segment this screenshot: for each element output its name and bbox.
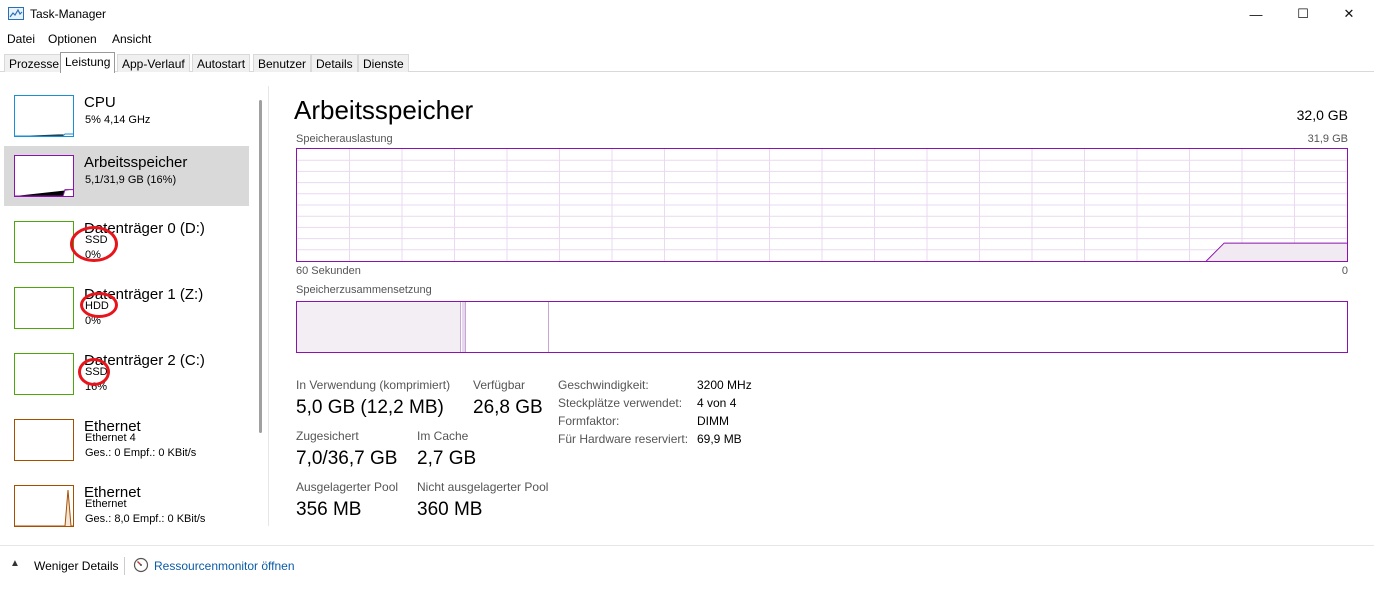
resource-monitor-icon[interactable] [133,557,149,573]
composition-standby [467,302,549,352]
usage-graph-label: Speicherauslastung [296,133,393,145]
sidebar-item-memory[interactable]: Arbeitsspeicher 5,1/31,9 GB (16%) [4,146,249,206]
close-button[interactable]: ✕ [1326,0,1372,28]
detail-reserved-value: 69,9 MB [697,432,742,446]
stat-paged-pool-value: 356 MB [296,499,362,520]
sidebar-item-adapter: Ethernet [85,498,127,510]
stat-in-use-value: 5,0 GB (12,2 MB) [296,397,444,418]
sidebar-item-detail: Ges.: 0 Empf.: 0 KBit/s [85,447,197,459]
stat-committed-value: 7,0/36,7 GB [296,448,398,469]
sidebar-item-label: CPU [84,94,116,111]
panel-divider [268,86,269,526]
chevron-up-icon[interactable]: ▲ [10,558,20,569]
detail-reserved-label: Für Hardware reserviert: [558,432,689,446]
tab-benutzer[interactable]: Benutzer [253,54,312,72]
fewer-details-link[interactable]: Weniger Details [34,559,118,573]
usage-graph-max: 31,9 GB [1307,133,1348,145]
composition-modified [462,302,466,352]
performance-sidebar: CPU 5% 4,14 GHz Arbeitsspeicher 5,1/31,9… [0,86,256,527]
window-title: Task-Manager [30,7,107,21]
sidebar-item-detail: Ges.: 8,0 Empf.: 0 KBit/s [85,513,206,525]
stat-cached-value: 2,7 GB [417,448,477,469]
title-bar: Task-Manager — ☐ ✕ [0,0,1374,28]
task-manager-icon [8,7,24,20]
memory-thumbnail-graph [14,155,74,197]
stat-available-label: Verfügbar [473,378,526,392]
detail-speed-label: Geschwindigkeit: [558,378,649,392]
sidebar-item-disk-1[interactable]: Datenträger 1 (Z:) HDD 0% [4,278,249,338]
detail-form-factor-label: Formfaktor: [558,414,620,428]
annotation-circle [78,358,110,386]
stat-nonpaged-pool-label: Nicht ausgelagerter Pool [417,480,549,494]
maximize-button[interactable]: ☐ [1280,0,1326,28]
sidebar-item-label: Arbeitsspeicher [84,154,188,171]
sidebar-item-disk-0[interactable]: Datenträger 0 (D:) SSD 0% [4,212,249,272]
sidebar-item-ethernet[interactable]: Ethernet Ethernet Ges.: 8,0 Empf.: 0 KBi… [4,476,249,536]
footer-divider [0,545,1374,546]
resource-monitor-link[interactable]: Ressourcenmonitor öffnen [154,559,295,573]
detail-slots-label: Steckplätze verwendet: [558,396,683,410]
menu-optionen[interactable]: Optionen [48,32,97,46]
annotation-circle [70,226,118,262]
ethernet-thumbnail-graph [14,485,74,527]
stat-cached-label: Im Cache [417,429,469,443]
annotation-circle [80,292,118,318]
sidebar-item-detail: 5% 4,14 GHz [85,114,151,126]
memory-total: 32,0 GB [1296,107,1348,123]
tab-dienste[interactable]: Dienste [358,54,409,72]
sidebar-item-disk-2[interactable]: Datenträger 2 (C:) SSD 16% [4,344,249,404]
usage-graph-area [1206,243,1347,261]
sidebar-item-detail: 5,1/31,9 GB (16%) [85,174,177,186]
menu-ansicht[interactable]: Ansicht [112,32,151,46]
minimize-button[interactable]: — [1233,0,1279,28]
stat-in-use-label: In Verwendung (komprimiert) [296,378,451,392]
memory-composition-bar [296,301,1348,353]
memory-usage-graph [296,148,1348,262]
stat-paged-pool-label: Ausgelagerter Pool [296,480,399,494]
detail-speed-value: 3200 MHz [697,378,752,392]
disk-2-thumbnail-graph [14,353,74,395]
sidebar-item-ethernet-4[interactable]: Ethernet Ethernet 4 Ges.: 0 Empf.: 0 KBi… [4,410,249,470]
page-title: Arbeitsspeicher [294,95,474,125]
stat-nonpaged-pool-value: 360 MB [417,499,483,520]
disk-1-thumbnail-graph [14,287,74,329]
sidebar-scrollbar[interactable] [259,100,262,433]
cpu-thumbnail-graph [14,95,74,137]
composition-in-use [297,302,461,352]
disk-0-thumbnail-graph [14,221,74,263]
sidebar-item-cpu[interactable]: CPU 5% 4,14 GHz [4,86,249,146]
usage-graph-now-label: 0 [1341,265,1348,277]
footer-separator [124,557,125,575]
composition-label: Speicherzusammensetzung [296,284,432,296]
detail-form-factor-value: DIMM [697,414,729,428]
usage-graph-time-label: 60 Sekunden [296,265,361,277]
ethernet-4-thumbnail-graph [14,419,74,461]
stat-committed-label: Zugesichert [296,429,359,443]
tab-leistung[interactable]: Leistung [60,52,116,73]
tab-bar: Prozesse Leistung App-Verlauf Autostart … [0,52,1374,73]
tab-details[interactable]: Details [311,54,358,72]
stat-available-value: 26,8 GB [473,397,543,418]
tab-autostart[interactable]: Autostart [192,54,251,72]
tab-app-verlauf[interactable]: App-Verlauf [117,54,190,72]
menu-datei[interactable]: Datei [7,32,35,46]
sidebar-item-adapter: Ethernet 4 [85,432,136,444]
tab-prozesse[interactable]: Prozesse [4,54,65,72]
detail-slots-value: 4 von 4 [697,396,737,410]
